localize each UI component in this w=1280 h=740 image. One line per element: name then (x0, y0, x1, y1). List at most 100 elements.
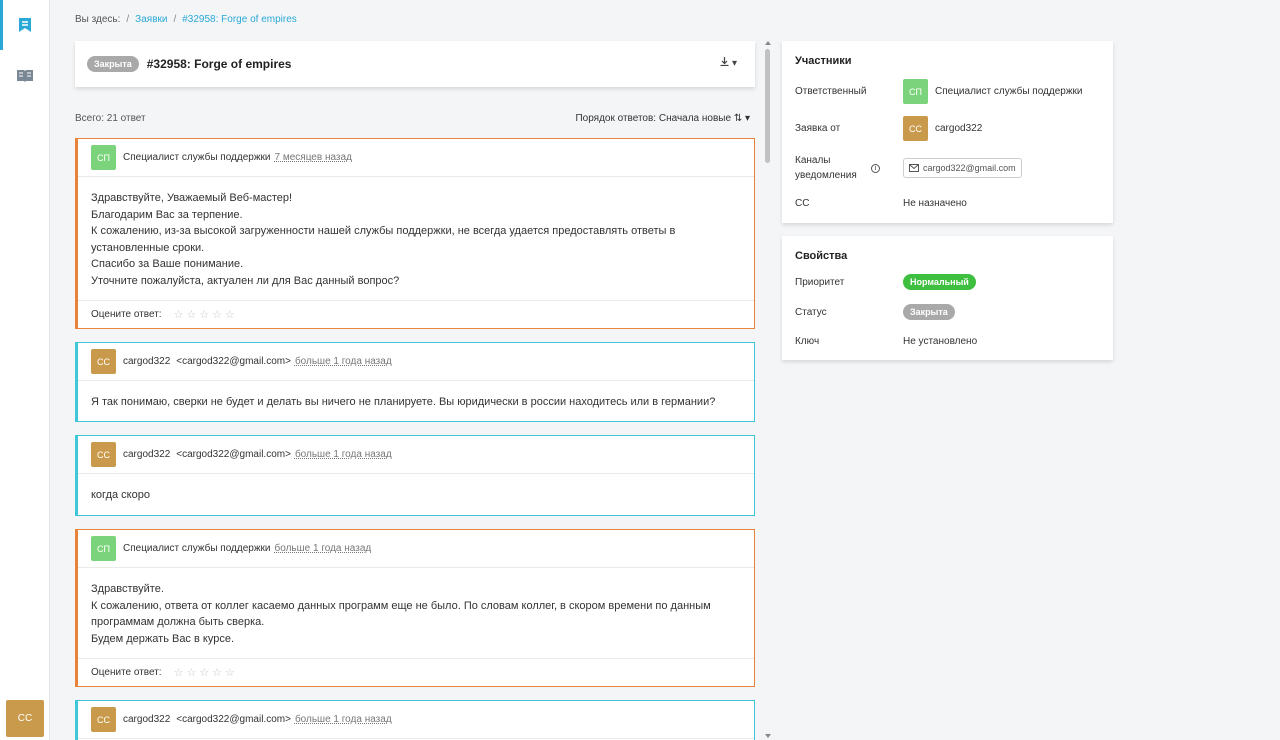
message-header: CC cargod322 <cargod322@gmail.com> больш… (78, 701, 754, 739)
rating-stars[interactable]: ☆☆☆☆☆ (174, 308, 238, 321)
priority-badge: Нормальный (903, 274, 976, 290)
message-time[interactable]: больше 1 года назад (275, 543, 372, 554)
cc-row: CC Не назначено (795, 196, 1103, 211)
message-line: К сожалению, ответа от коллег касаемо да… (91, 599, 711, 612)
message-author: Специалист службы поддержки (123, 152, 271, 163)
breadcrumb-separator: / (173, 14, 177, 25)
scrollbar-thumb[interactable] (765, 49, 770, 163)
message-card: СП Специалист службы поддержки больше 1 … (75, 529, 755, 687)
message-line: Будем держать Вас в курсе. (91, 632, 234, 645)
message-header: CC cargod322 <cargod322@gmail.com> больш… (78, 343, 754, 381)
info-icon[interactable]: i (870, 163, 880, 173)
message-email: <cargod322@gmail.com> (176, 449, 291, 460)
key-label: Ключ (795, 336, 820, 347)
mail-icon (909, 164, 919, 172)
participants-title: Участники (795, 55, 852, 67)
message-body: Здравствуйте. К сожалению, ответа от кол… (78, 568, 754, 657)
key-value: Не установлено (903, 336, 978, 347)
tickets-nav-icon[interactable] (15, 15, 35, 35)
avatar: СП (91, 145, 116, 170)
message-email: <cargod322@gmail.com> (176, 714, 291, 725)
message-author: cargod322 (123, 714, 171, 725)
rating-row: Оцените ответ: ☆☆☆☆☆ (78, 658, 754, 686)
channel-email: cargod322@gmail.com (923, 163, 1016, 173)
message-email: <cargod322@gmail.com> (176, 356, 291, 367)
status-row: Статус Закрыта (795, 304, 1103, 320)
message-line: программам должна быть сверка. (91, 616, 265, 628)
requester-label: Заявка от (795, 123, 841, 134)
message-line: Здравствуйте. (91, 583, 164, 595)
message-card: СП Специалист службы поддержки 7 месяцев… (75, 138, 755, 329)
breadcrumb-link-tickets[interactable]: Заявки (135, 14, 167, 25)
message-card: CC cargod322 <cargod322@gmail.com> больш… (75, 342, 755, 422)
breadcrumb-separator: / (126, 14, 130, 25)
message-line: Уточните пожалуйста, актуален ли для Вас… (91, 274, 400, 287)
knowledge-base-icon[interactable] (15, 65, 35, 85)
message-time[interactable]: больше 1 года назад (295, 714, 392, 725)
status-badge: Закрыта (903, 304, 955, 320)
requester-name: cargod322 (935, 123, 983, 134)
message-time[interactable]: больше 1 года назад (295, 449, 392, 460)
message-header: CC cargod322 <cargod322@gmail.com> больш… (78, 436, 754, 474)
requester-row: Заявка от CC cargod322 (795, 116, 1103, 141)
scroll-down-icon[interactable] (765, 734, 771, 738)
message-header: СП Специалист службы поддержки больше 1 … (78, 530, 754, 568)
main-scrollbar[interactable] (764, 41, 772, 740)
message-body: когда скоро (78, 474, 754, 514)
cc-label: CC (795, 198, 810, 209)
channels-row: Каналы уведомления i cargod322@gmail.com (795, 153, 1103, 183)
message-line: когда скоро (91, 489, 150, 501)
avatar: CC (91, 349, 116, 374)
rating-label: Оцените ответ: (91, 309, 162, 320)
message-header: СП Специалист службы поддержки 7 месяцев… (78, 139, 754, 177)
message-card: CC cargod322 <cargod322@gmail.com> больш… (75, 700, 755, 740)
properties-title: Свойства (795, 250, 848, 262)
responsible-label: Ответственный (795, 86, 867, 97)
breadcrumb-current[interactable]: #32958: Forge of empires (182, 14, 297, 25)
avatar: CC (903, 116, 928, 141)
message-line: Спасибо за Ваше понимание. (91, 258, 244, 270)
message-body: Я так понимаю, сверки не будет и делать … (78, 381, 754, 421)
participants-panel: Участники Ответственный СП Специалист сл… (782, 41, 1113, 223)
cc-value: Не назначено (903, 198, 967, 209)
message-line: Благодарим Вас за терпение. (91, 208, 243, 221)
message-line: установленные сроки. (91, 241, 205, 254)
active-indicator (0, 0, 3, 50)
message-line: К сожалению, из-за высокой загруженности… (91, 225, 676, 237)
message-card: CC cargod322 <cargod322@gmail.com> больш… (75, 435, 755, 516)
message-author: Специалист службы поддержки (123, 543, 271, 554)
priority-row: Приоритет Нормальный (795, 274, 1103, 290)
email-channel-chip[interactable]: cargod322@gmail.com (903, 158, 1022, 178)
message-author: cargod322 (123, 356, 171, 367)
rating-label: Оцените ответ: (91, 667, 162, 678)
responsible-name: Специалист службы поддержки (935, 86, 1083, 97)
ticket-title: #32958: Forge of empires (146, 57, 292, 71)
ticket-status-badge: Закрыта (87, 56, 139, 72)
download-icon[interactable]: ▾ (720, 57, 737, 69)
avatar: CC (91, 707, 116, 732)
priority-label: Приоритет (795, 276, 845, 288)
message-line: Я так понимаю, сверки не будет и делать … (91, 396, 716, 408)
message-author: cargod322 (123, 449, 171, 460)
avatar: CC (91, 442, 116, 467)
channels-label: Каналы (795, 155, 831, 166)
rating-row: Оцените ответ: ☆☆☆☆☆ (78, 300, 754, 328)
status-label: Статус (795, 306, 827, 318)
user-avatar[interactable]: CC (6, 700, 44, 737)
properties-panel: Свойства Приоритет Нормальный Статус Зак… (782, 236, 1113, 360)
scroll-up-icon[interactable] (765, 41, 771, 45)
channels-label: уведомления (795, 170, 857, 181)
message-time[interactable]: 7 месяцев назад (275, 152, 352, 163)
answers-order-dropdown[interactable]: Порядок ответов: Сначала новые ⇅ ▾ (575, 113, 750, 124)
message-time[interactable]: больше 1 года назад (295, 356, 392, 367)
answers-count: Всего: 21 ответ (75, 113, 146, 124)
message-body: Здравствуйте, Уважаемый Веб-мастер! Благ… (78, 177, 754, 299)
rating-stars[interactable]: ☆☆☆☆☆ (174, 666, 238, 679)
message-line: Здравствуйте, Уважаемый Веб-мастер! (91, 192, 293, 204)
ticket-header: Закрыта #32958: Forge of empires ▾ (75, 41, 755, 87)
breadcrumb-prefix: Вы здесь: (75, 14, 121, 25)
key-row: Ключ Не установлено (795, 334, 1103, 349)
left-sidebar: CC (0, 0, 50, 740)
responsible-row: Ответственный СП Специалист службы подде… (795, 79, 1103, 104)
avatar: СП (903, 79, 928, 104)
